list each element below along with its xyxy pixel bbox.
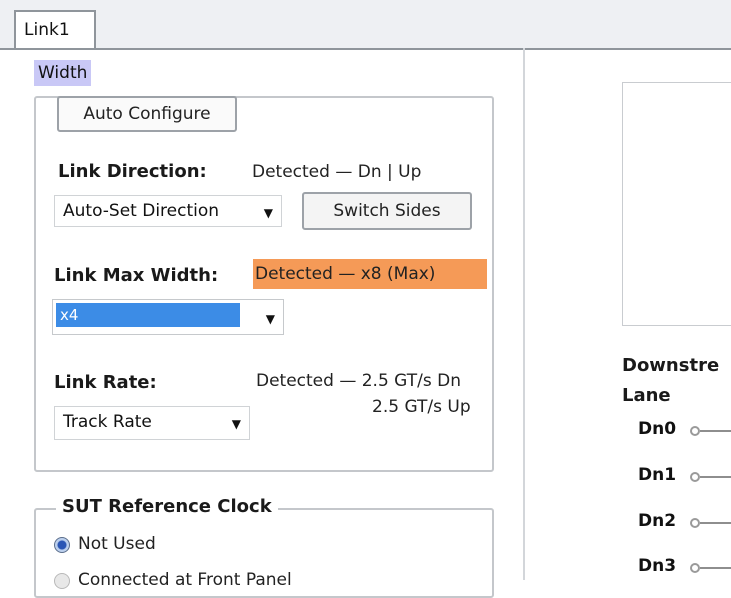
tab-strip: Link1 xyxy=(0,0,731,50)
downstream-header: Downstre xyxy=(622,355,720,376)
lane-connector-icon xyxy=(690,518,700,528)
chevron-down-icon: ▼ xyxy=(263,206,273,220)
link-max-width-label: Link Max Width: xyxy=(54,265,219,286)
radio-not-used[interactable] xyxy=(54,537,70,553)
lane-dn0-label: Dn0 xyxy=(638,419,677,439)
lane-line xyxy=(700,522,731,524)
radio-front-panel-label: Connected at Front Panel xyxy=(78,570,292,590)
radio-front-panel[interactable] xyxy=(54,573,70,589)
chevron-down-icon: ▼ xyxy=(265,312,275,326)
chevron-down-icon: ▼ xyxy=(231,417,241,431)
link-direction-select[interactable]: Auto-Set Direction ▼ xyxy=(54,195,282,227)
sut-clock-title: SUT Reference Clock xyxy=(56,496,278,517)
link-rate-detected-dn: Detected — 2.5 GT/s Dn xyxy=(256,371,461,391)
auto-configure-button[interactable]: Auto Configure xyxy=(57,96,237,132)
lane-line xyxy=(700,430,731,432)
lane-dn1-label: Dn1 xyxy=(638,465,677,485)
tab-link1[interactable]: Link1 xyxy=(14,10,96,48)
link-direction-select-value: Auto-Set Direction xyxy=(63,201,220,221)
link-rate-select-value: Track Rate xyxy=(63,412,152,432)
panel-divider xyxy=(523,48,525,580)
lane-dn2-label: Dn2 xyxy=(638,511,677,531)
link-direction-label: Link Direction: xyxy=(58,161,207,182)
lane-line xyxy=(700,476,731,478)
switch-sides-button[interactable]: Switch Sides xyxy=(302,192,472,230)
lane-header: Lane xyxy=(622,385,671,406)
link-rate-select[interactable]: Track Rate ▼ xyxy=(54,406,250,440)
link-rate-label: Link Rate: xyxy=(54,372,157,393)
lane-dn3-label: Dn3 xyxy=(638,556,677,576)
link-max-width-select-value: x4 xyxy=(56,303,240,327)
lane-connector-icon xyxy=(690,563,700,573)
radio-not-used-label: Not Used xyxy=(78,534,156,554)
lane-connector-icon xyxy=(690,472,700,482)
right-panel-box xyxy=(622,82,731,326)
width-section-label: Width xyxy=(34,60,92,86)
link-max-width-select[interactable]: x4 ▼ xyxy=(52,299,284,335)
link-rate-detected-up: 2.5 GT/s Up xyxy=(372,397,471,417)
link-max-width-detected: Detected — x8 (Max) xyxy=(253,259,487,289)
link-direction-detected: Detected — Dn | Up xyxy=(252,162,422,182)
lane-line xyxy=(700,567,731,569)
lane-connector-icon xyxy=(690,426,700,436)
